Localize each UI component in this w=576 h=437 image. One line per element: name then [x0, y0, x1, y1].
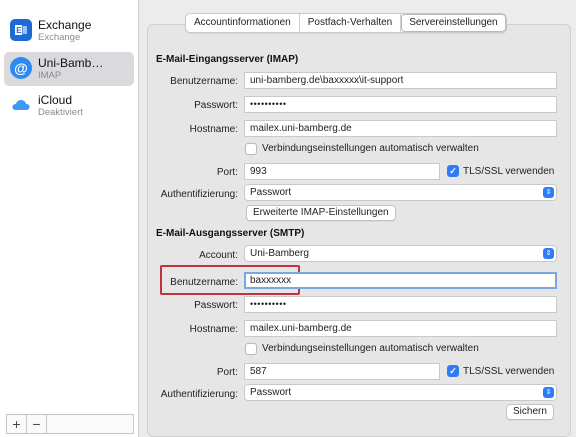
account-type: IMAP	[38, 70, 62, 81]
smtp-hostname-label: Hostname:	[189, 324, 238, 335]
account-name: Uni-Bamb…	[38, 56, 104, 70]
imap-password-label: Passwort:	[194, 100, 238, 111]
smtp-password-field[interactable]: ••••••••••	[244, 296, 557, 313]
account-uni-bamberg[interactable]: @ Uni-Bamb… IMAP	[4, 52, 134, 86]
account-exchange[interactable]: E Exchange Exchange	[4, 14, 134, 48]
smtp-port-label: Port:	[216, 367, 238, 378]
chevron-updown-icon: ⇕	[543, 187, 554, 198]
account-name: iCloud	[38, 93, 73, 107]
imap-tls-label: TLS/SSL verwenden	[463, 166, 555, 177]
smtp-tls-checkbox[interactable]: ✓	[447, 365, 459, 377]
chevron-updown-icon: ⇕	[543, 248, 554, 259]
smtp-hostname-field[interactable]: mailex.uni-bamberg.de	[244, 320, 557, 337]
smtp-auth-label: Authentifizierung:	[160, 389, 238, 400]
smtp-username-label: Benutzername:	[170, 277, 238, 288]
imap-username-label: Benutzername:	[170, 76, 238, 87]
imap-hostname-label: Hostname:	[189, 124, 238, 135]
imap-auth-select[interactable]: Passwort ⇕	[244, 184, 557, 201]
at-sign-icon: @	[10, 57, 32, 79]
imap-port-field[interactable]: 993	[244, 163, 440, 180]
smtp-auth-select[interactable]: Passwort ⇕	[244, 384, 557, 401]
imap-auto-manage-checkbox[interactable]	[245, 143, 257, 155]
smtp-auto-manage-checkbox[interactable]	[245, 343, 257, 355]
remove-account-button[interactable]: −	[27, 415, 47, 433]
smtp-username-field[interactable]: baxxxxxx	[244, 272, 557, 289]
imap-auth-label: Authentifizierung:	[160, 189, 238, 200]
imap-auth-value: Passwort	[250, 187, 292, 198]
account-name: Exchange	[38, 18, 92, 32]
tab-server-settings[interactable]: Servereinstellungen	[401, 14, 506, 32]
exchange-icon: E	[10, 19, 32, 41]
save-button[interactable]: Sichern	[506, 404, 554, 420]
tab-mailbox-behavior[interactable]: Postfach-Verhalten	[300, 14, 402, 32]
sidebar-toolbar: + −	[6, 414, 134, 434]
tab-bar: Accountinformationen Postfach-Verhalten …	[185, 13, 507, 33]
smtp-tls-label: TLS/SSL verwenden	[463, 366, 555, 377]
account-type: Deaktiviert	[38, 107, 83, 118]
accounts-sidebar: E Exchange Exchange @ Uni-Bamb… IMAP iCl…	[0, 0, 139, 437]
smtp-auth-value: Passwort	[250, 387, 292, 398]
imap-auto-manage-label: Verbindungseinstellungen automatisch ver…	[262, 143, 479, 154]
imap-username-field[interactable]: uni-bamberg.de\baxxxxx\it-support	[244, 72, 557, 89]
imap-port-label: Port:	[216, 167, 238, 178]
smtp-account-label: Account:	[199, 250, 238, 261]
smtp-account-value: Uni-Bamberg	[250, 248, 309, 259]
svg-text:E: E	[16, 26, 22, 35]
smtp-account-select[interactable]: Uni-Bamberg ⇕	[244, 245, 557, 262]
smtp-heading: E-Mail-Ausgangsserver (SMTP)	[156, 228, 305, 239]
tab-account-info[interactable]: Accountinformationen	[186, 14, 300, 32]
smtp-auto-manage-label: Verbindungseinstellungen automatisch ver…	[262, 343, 479, 354]
smtp-password-label: Passwort:	[194, 300, 238, 311]
account-type: Exchange	[38, 32, 81, 43]
imap-password-field[interactable]: ••••••••••	[244, 96, 557, 113]
account-icloud[interactable]: iCloud Deaktiviert	[4, 89, 134, 123]
add-account-button[interactable]: +	[7, 415, 27, 433]
imap-hostname-field[interactable]: mailex.uni-bamberg.de	[244, 120, 557, 137]
advanced-imap-button[interactable]: Erweiterte IMAP-Einstellungen	[246, 205, 396, 221]
imap-tls-checkbox[interactable]: ✓	[447, 165, 459, 177]
smtp-port-field[interactable]: 587	[244, 363, 440, 380]
imap-heading: E-Mail-Eingangsserver (IMAP)	[156, 54, 299, 65]
chevron-updown-icon: ⇕	[543, 387, 554, 398]
icloud-icon	[10, 94, 32, 116]
